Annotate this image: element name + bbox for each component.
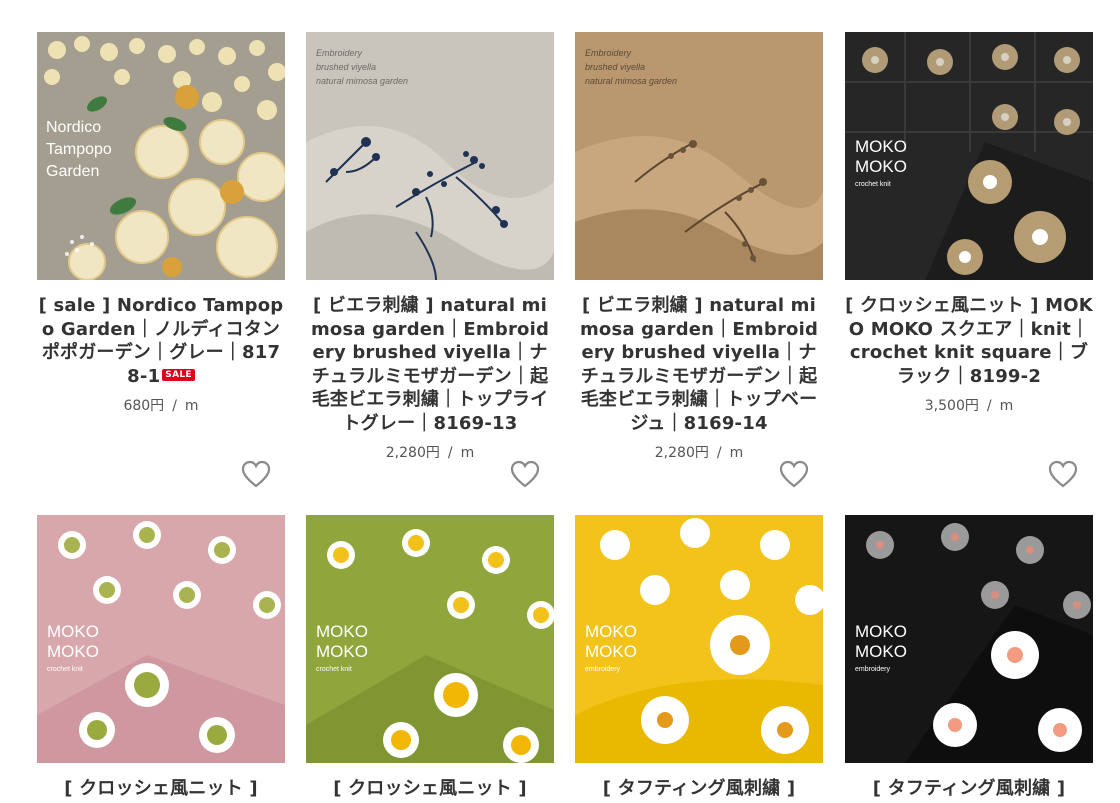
image-overlay-line-3: crochet knit (47, 666, 83, 673)
product-card: MOKO MOKO embroidery [ タフティング風刺繍 ] (575, 515, 823, 801)
image-overlay-line-3: natural mimosa garden (316, 76, 408, 86)
product-title-text: [ クロッシェ風ニット ] (333, 778, 527, 799)
favorite-heart-icon[interactable] (1048, 460, 1078, 488)
price-unit: m (729, 445, 744, 461)
product-image[interactable]: MOKO MOKO crochet knit (845, 32, 1093, 280)
image-overlay-line-1: MOKO (47, 622, 99, 641)
price-value: 2,280円 (654, 445, 709, 461)
product-title[interactable]: [ クロッシェ風ニット ] (37, 777, 285, 801)
image-overlay-line-1: Nordico (46, 119, 101, 136)
product-image[interactable]: Embroidery brushed viyella natural mimos… (575, 32, 823, 280)
product-title[interactable]: [ クロッシェ風ニット ] (306, 777, 554, 801)
product-title-text: [ クロッシェ風ニット ] (64, 778, 258, 799)
product-image[interactable]: Embroidery brushed viyella natural mimos… (306, 32, 554, 280)
product-price: 3,500円 / m (924, 398, 1014, 414)
image-overlay-line-2: MOKO (855, 157, 907, 176)
product-image[interactable]: MOKO MOKO embroidery (575, 515, 823, 763)
image-overlay-line-1: Embroidery (316, 48, 363, 58)
product-title[interactable]: [ タフティング風刺繍 ] (845, 777, 1093, 801)
product-title-text: [ ビエラ刺繍 ] natural mimosa garden｜Embroide… (579, 295, 819, 434)
image-overlay-line-2: brushed viyella (585, 62, 645, 72)
image-overlay-line-2: MOKO (47, 642, 99, 661)
price-unit: m (460, 445, 475, 461)
image-overlay-line-3: Garden (46, 163, 99, 180)
price-unit: m (184, 398, 199, 414)
image-overlay-line-3: embroidery (855, 666, 891, 673)
product-title-text: [ タフティング風刺繍 ] (872, 778, 1066, 799)
image-overlay-line-2: MOKO (585, 642, 637, 661)
favorite-heart-icon[interactable] (510, 460, 540, 488)
product-title[interactable]: [ クロッシェ風ニット ] MOKO MOKO スクエア｜knit｜croche… (845, 294, 1093, 388)
product-card: MOKO MOKO crochet knit [ クロッシェ風ニット ] (306, 515, 554, 801)
product-image[interactable]: MOKO MOKO crochet knit (306, 515, 554, 763)
product-price: 680円 / m (123, 398, 199, 414)
product-title-text: [ タフティング風刺繍 ] (602, 778, 796, 799)
favorite-heart-icon[interactable] (241, 460, 271, 488)
product-card: Embroidery brushed viyella natural mimos… (575, 32, 823, 462)
image-overlay-line-1: MOKO (855, 622, 907, 641)
image-overlay-line-1: MOKO (585, 622, 637, 641)
price-value: 3,500円 (924, 398, 979, 414)
image-overlay-line-3: natural mimosa garden (585, 76, 677, 86)
price-unit: m (999, 398, 1014, 414)
image-overlay-line-2: MOKO (855, 642, 907, 661)
image-overlay-line-3: crochet knit (316, 666, 352, 673)
image-overlay-line-2: MOKO (316, 642, 368, 661)
image-overlay-line-1: Embroidery (585, 48, 632, 58)
price-value: 2,280円 (385, 445, 440, 461)
image-overlay-line-1: MOKO (855, 137, 907, 156)
product-title[interactable]: [ ビエラ刺繍 ] natural mimosa garden｜Embroide… (575, 294, 823, 435)
product-title[interactable]: [ タフティング風刺繍 ] (575, 777, 823, 801)
image-overlay-line-2: Tampopo (46, 141, 112, 158)
product-title-text: [ ビエラ刺繍 ] natural mimosa garden｜Embroide… (310, 295, 550, 434)
product-title[interactable]: [ ビエラ刺繍 ] natural mimosa garden｜Embroide… (306, 294, 554, 435)
product-price: 2,280円 / m (654, 445, 744, 461)
product-title-text: [ sale ] Nordico Tampopo Garden｜ノルディコタンポ… (38, 295, 284, 387)
product-title[interactable]: [ sale ] Nordico Tampopo Garden｜ノルディコタンポ… (37, 294, 285, 388)
product-card: MOKO MOKO crochet knit [ クロッシェ風ニット ] (37, 515, 285, 801)
product-card: Nordico Tampopo Garden [ sale ] Nordico … (37, 32, 285, 415)
sale-badge: SALE (162, 368, 195, 381)
image-overlay-line-3: embroidery (585, 666, 621, 673)
product-image[interactable]: MOKO MOKO embroidery (845, 515, 1093, 763)
product-grid: Nordico Tampopo Garden [ sale ] Nordico … (0, 0, 1120, 803)
favorite-heart-icon[interactable] (779, 460, 809, 488)
image-overlay-line-2: brushed viyella (316, 62, 376, 72)
product-card: MOKO MOKO crochet knit [ クロッシェ風ニット ] MOK… (845, 32, 1093, 415)
product-price: 2,280円 / m (385, 445, 475, 461)
product-image[interactable]: Nordico Tampopo Garden (37, 32, 285, 280)
product-title-text: [ クロッシェ風ニット ] MOKO MOKO スクエア｜knit｜croche… (845, 295, 1093, 387)
price-value: 680円 (123, 398, 165, 414)
product-card: Embroidery brushed viyella natural mimos… (306, 32, 554, 462)
product-image[interactable]: MOKO MOKO crochet knit (37, 515, 285, 763)
image-overlay-line-1: MOKO (316, 622, 368, 641)
product-card: MOKO MOKO embroidery [ タフティング風刺繍 ] (845, 515, 1093, 801)
image-overlay-line-3: crochet knit (855, 181, 891, 188)
